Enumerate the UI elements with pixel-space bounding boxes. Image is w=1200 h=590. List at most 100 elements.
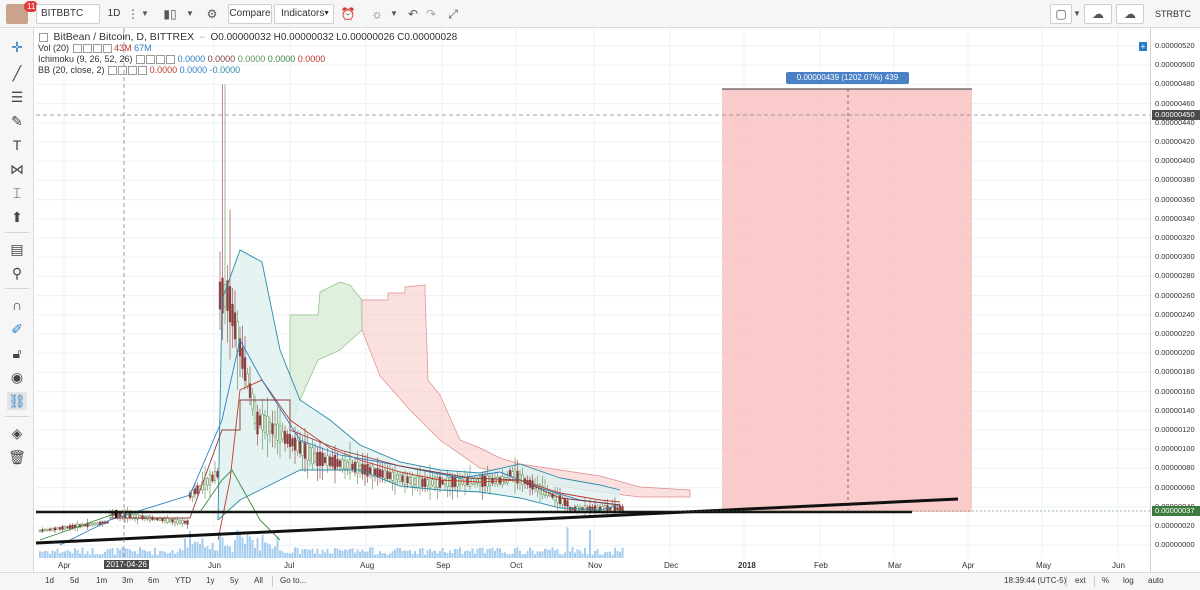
chart-type-dropdown-icon[interactable]: ▼: [184, 4, 196, 24]
volume-bar: [91, 548, 94, 558]
menu-icon[interactable]: [102, 44, 112, 54]
range-5d-button[interactable]: 5d: [70, 576, 79, 585]
range-6m-button[interactable]: 6m: [148, 576, 159, 585]
compare-button[interactable]: Compare: [228, 4, 272, 24]
projection-icon[interactable]: ⌶: [7, 184, 27, 202]
extended-hours-toggle[interactable]: ext: [1075, 576, 1086, 585]
candle-body: [286, 433, 289, 444]
percent-scale-toggle[interactable]: %: [1102, 576, 1109, 585]
layout-select-icon[interactable]: ▢: [1050, 4, 1072, 24]
settings-gear-icon[interactable]: [118, 66, 128, 76]
eye-icon[interactable]: ◉: [7, 368, 27, 386]
cloud-save-icon[interactable]: ☁: [1116, 4, 1144, 24]
volume-bar: [144, 550, 146, 558]
undo-icon[interactable]: ↶: [404, 4, 422, 24]
chart-style-dropdown-icon[interactable]: ▼: [138, 4, 152, 24]
range-3m-button[interactable]: 3m: [122, 576, 133, 585]
range-1m-button[interactable]: 1m: [96, 576, 107, 585]
pattern-icon[interactable]: ⋈: [7, 160, 27, 178]
range-1d-button[interactable]: 1d: [45, 576, 54, 585]
candlestick-icon[interactable]: ▮▯: [158, 4, 182, 24]
time-tick-label: Apr: [58, 561, 71, 570]
settings-gear-icon[interactable]: [146, 55, 156, 65]
volume-legend-label[interactable]: Vol (20): [38, 43, 69, 53]
measure-icon[interactable]: ▤: [7, 240, 27, 258]
time-tick-label: May: [1036, 561, 1052, 570]
text-tool-icon[interactable]: T: [7, 136, 27, 154]
stay-drawing-icon[interactable]: ✐: [7, 320, 27, 338]
trend-line-icon[interactable]: ╱: [7, 64, 27, 82]
candle-body: [276, 423, 279, 441]
price-axis[interactable]: 0.00000520 0.00000500 0.00000480 0.00000460…: [1150, 28, 1200, 572]
range-ytd-button[interactable]: YTD: [175, 576, 191, 585]
candle-body: [41, 529, 44, 532]
candle-body: [356, 462, 359, 474]
zoom-icon[interactable]: ⚲: [7, 264, 27, 282]
interval-select[interactable]: 1D: [104, 4, 124, 24]
brush-icon[interactable]: ✎: [7, 112, 27, 130]
auto-scale-toggle[interactable]: auto: [1148, 576, 1164, 585]
menu-icon[interactable]: [166, 55, 176, 65]
symbol-list-tab[interactable]: STRBTC: [1150, 4, 1196, 24]
range-all-button[interactable]: All: [254, 576, 263, 585]
alert-clock-icon[interactable]: ⏰: [336, 4, 360, 24]
range-5y-button[interactable]: 5y: [230, 576, 238, 585]
close-icon[interactable]: [92, 44, 102, 54]
symbol-search-input[interactable]: BITBBTC: [36, 4, 100, 24]
ichimoku-legend-label[interactable]: Ichimoku (9, 26, 52, 26): [38, 54, 133, 64]
volume-bar: [579, 550, 581, 558]
menu-icon[interactable]: [138, 66, 148, 76]
volume-bar: [491, 547, 494, 558]
eye-icon[interactable]: [136, 55, 146, 65]
clock-timezone[interactable]: 18:39:44 (UTC-5): [1004, 576, 1066, 585]
eye-icon[interactable]: [108, 66, 118, 76]
candle-body: [293, 437, 297, 451]
idea-dropdown-icon[interactable]: ▼: [388, 4, 400, 24]
volume-bar: [319, 554, 321, 558]
indicators-button[interactable]: Indicators ▼: [274, 4, 334, 24]
time-tick-label: Jul: [284, 561, 295, 570]
volume-bar: [49, 554, 51, 558]
cloud-load-icon[interactable]: ☁: [1084, 4, 1112, 24]
volume-bar: [484, 552, 486, 558]
eye-icon[interactable]: [72, 44, 82, 54]
bb-legend-label[interactable]: BB (20, close, 2): [38, 65, 105, 75]
range-1y-button[interactable]: 1y: [206, 576, 214, 585]
magnet-icon[interactable]: ∩: [7, 296, 27, 314]
idea-lightbulb-icon[interactable]: ☼: [366, 4, 388, 24]
legend-minus-icon[interactable]: −: [200, 32, 205, 42]
arrow-up-icon[interactable]: ⬆: [7, 208, 27, 226]
layers-icon[interactable]: ◈: [7, 424, 27, 442]
add-plus-icon[interactable]: +: [1139, 42, 1147, 51]
settings-gear-icon[interactable]: [82, 44, 92, 54]
goto-date-button[interactable]: Go to...: [280, 576, 306, 585]
time-tick-label: Apr: [962, 561, 975, 570]
trash-icon[interactable]: 🗑︎: [7, 448, 27, 466]
fib-retracement-icon[interactable]: ☰: [7, 88, 27, 106]
log-scale-toggle[interactable]: log: [1123, 576, 1134, 585]
collapse-legend-icon[interactable]: [39, 33, 48, 43]
layout-dropdown-icon[interactable]: ▼: [1072, 4, 1082, 24]
price-tick-label: 0.00000480: [1155, 79, 1195, 89]
interval-menu-icon[interactable]: ⋮: [126, 4, 139, 24]
price-tick-label: 0.00000020: [1155, 521, 1195, 530]
close-icon[interactable]: [156, 55, 166, 65]
link-icon[interactable]: ⛓: [7, 392, 27, 410]
candle-body: [451, 476, 454, 488]
time-tick-label: Oct: [510, 561, 523, 570]
lock-icon[interactable]: 🔓︎: [7, 344, 27, 362]
volume-bar: [459, 547, 461, 558]
fullscreen-icon[interactable]: ⤢: [442, 4, 464, 24]
close-icon[interactable]: [128, 66, 138, 76]
volume-bar: [234, 540, 236, 558]
user-avatar[interactable]: 11: [6, 1, 39, 24]
candle-body: [118, 512, 122, 517]
chart-canvas[interactable]: [34, 28, 1150, 572]
volume-bar: [184, 538, 186, 558]
volume-bar: [511, 553, 514, 558]
redo-icon[interactable]: ↷: [422, 4, 440, 24]
candle-body: [321, 452, 324, 466]
settings-gear-icon[interactable]: ⚙: [200, 4, 224, 24]
candle-body: [258, 415, 262, 426]
crosshair-icon[interactable]: ✛: [7, 38, 27, 56]
